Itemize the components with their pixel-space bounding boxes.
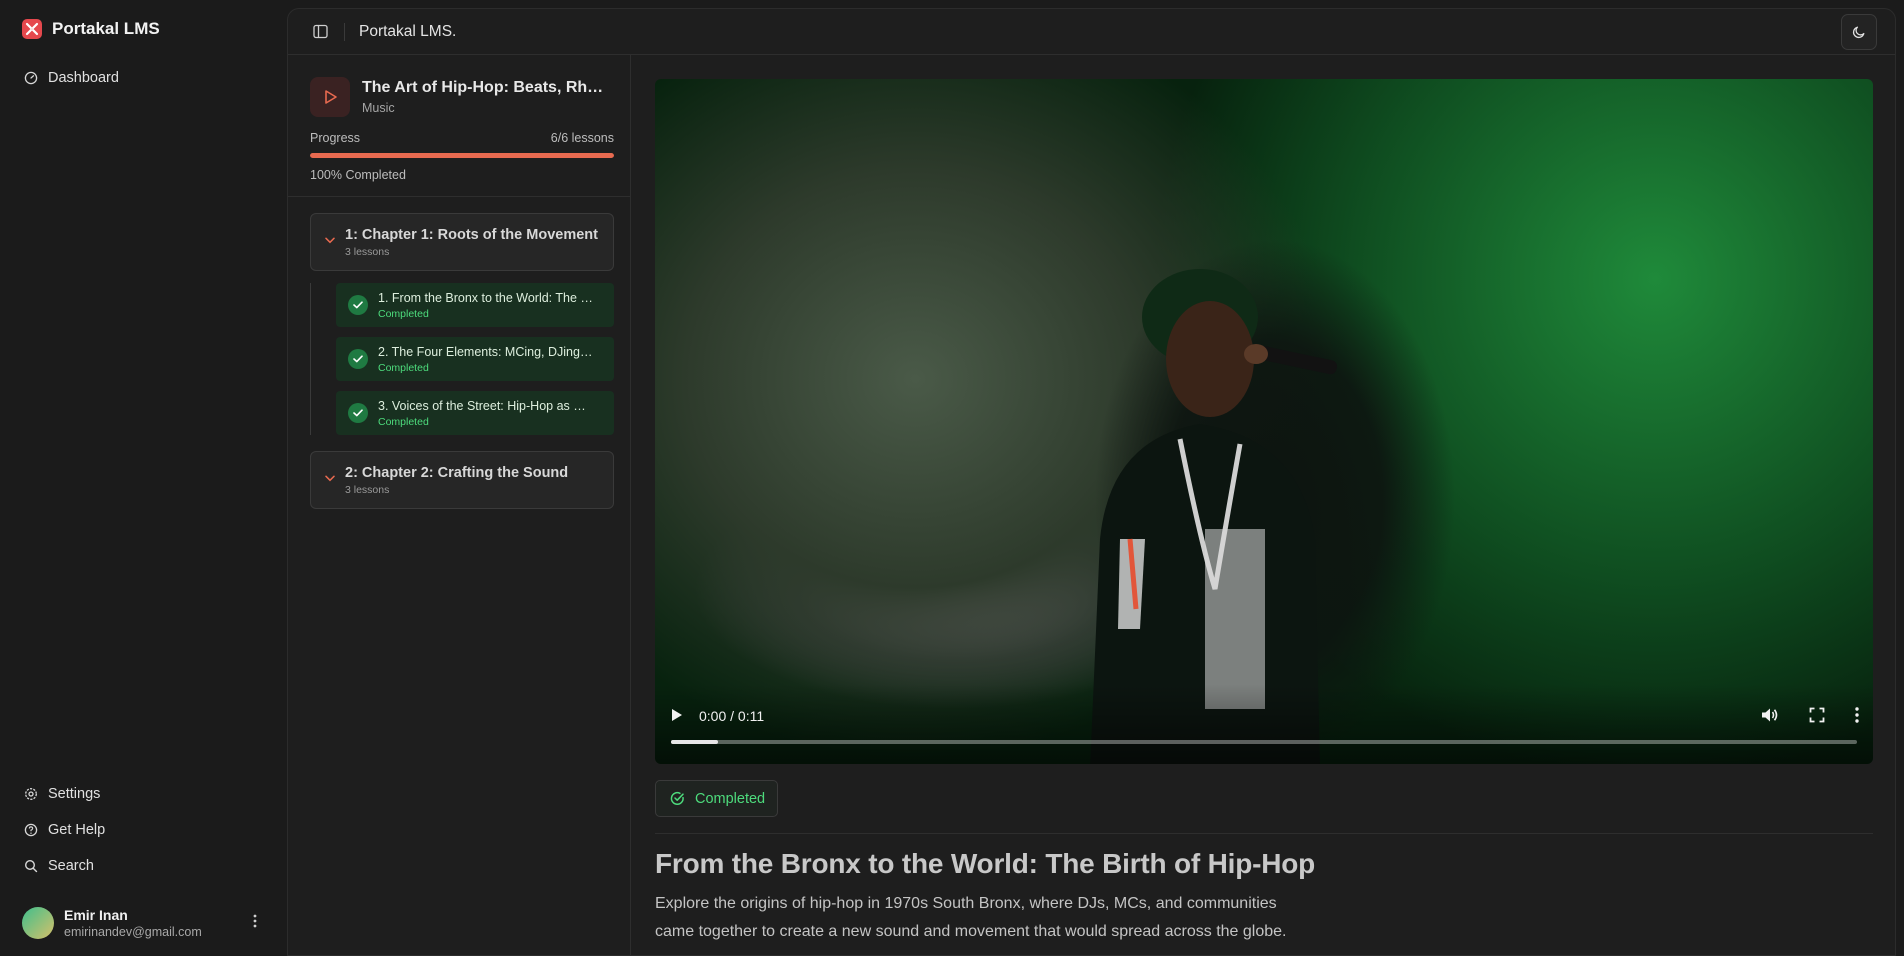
completed-button[interactable]: Completed xyxy=(655,780,779,817)
video-time: 0:00 / 0:11 xyxy=(699,708,765,724)
lesson-title: 2. The Four Elements: MCing, DJing, Brea… xyxy=(378,344,593,359)
divider xyxy=(655,833,1873,834)
sidebar-item-label: Dashboard xyxy=(48,70,119,86)
lesson-title: 3. Voices of the Street: Hip-Hop as Soci… xyxy=(378,398,593,413)
sidebar-toggle-icon[interactable] xyxy=(306,18,334,46)
top-bar: Portakal LMS. xyxy=(288,9,1895,55)
progress-label: Progress xyxy=(310,131,361,145)
search-icon xyxy=(24,859,38,873)
chapter-1-lessons: 1. From the Bronx to the World: The Birt… xyxy=(310,283,614,435)
video-seek-bar[interactable] xyxy=(671,740,1857,744)
lesson-status: Completed xyxy=(378,307,429,320)
course-title: The Art of Hip-Hop: Beats, Rhymes and Cu… xyxy=(362,79,612,96)
portakal-logo-icon xyxy=(22,19,42,39)
chapter-lesson-count: 3 lessons xyxy=(345,484,390,496)
avatar xyxy=(22,907,54,939)
chapter-title: 2: Chapter 2: Crafting the Sound xyxy=(345,465,569,481)
fullscreen-icon[interactable] xyxy=(1809,707,1825,726)
page-title: Portakal LMS. xyxy=(359,22,457,40)
course-outline: The Art of Hip-Hop: Beats, Rhymes and Cu… xyxy=(288,55,631,955)
course-category: Music xyxy=(362,101,395,115)
lesson-item[interactable]: 2. The Four Elements: MCing, DJing, Brea… xyxy=(336,337,614,381)
main-panel: Portakal LMS. The Art of Hip-Hop: Beats,… xyxy=(287,8,1896,956)
theme-toggle-button[interactable] xyxy=(1841,13,1877,50)
sidebar-item-label: Settings xyxy=(48,786,101,802)
gear-icon xyxy=(25,788,37,800)
progress-bar-fill xyxy=(310,153,614,158)
moon-icon xyxy=(1852,26,1865,38)
chapter-2[interactable]: 2: Chapter 2: Crafting the Sound 3 lesso… xyxy=(310,451,614,509)
chapter-1[interactable]: 1: Chapter 1: Roots of the Movement 3 le… xyxy=(310,213,614,271)
user-name: Emir Inan xyxy=(64,907,128,923)
lesson-description: Explore the origins of hip-hop in 1970s … xyxy=(655,895,1287,940)
sidebar-item-dashboard[interactable]: Dashboard xyxy=(0,60,287,96)
lesson-content: 0:00 / 0:11 Completed From the Bronx to … xyxy=(631,55,1895,955)
divider xyxy=(344,22,345,41)
user-email: emirinandev@gmail.com xyxy=(64,925,202,939)
progress-bar xyxy=(310,153,614,158)
volume-icon[interactable] xyxy=(1761,707,1779,726)
lesson-status: Completed xyxy=(378,361,429,374)
sidebar-item-settings[interactable]: Settings xyxy=(0,776,287,812)
more-options-icon[interactable] xyxy=(1855,706,1859,726)
video-seek-progress xyxy=(671,740,719,744)
video-player[interactable]: 0:00 / 0:11 xyxy=(655,79,1873,764)
chevron-down-icon xyxy=(325,465,335,496)
sidebar-item-get-help[interactable]: Get Help xyxy=(0,812,287,848)
more-options-icon[interactable] xyxy=(245,914,265,933)
lesson-status: Completed xyxy=(378,415,429,428)
dashboard-icon xyxy=(24,71,38,85)
chapter-title: 1: Chapter 1: Roots of the Movement xyxy=(345,227,598,243)
progress-percent: 100% Completed xyxy=(310,168,406,182)
user-menu[interactable]: Emir Inan emirinandev@gmail.com xyxy=(0,890,287,956)
brand[interactable]: Portakal LMS xyxy=(0,0,287,58)
video-frame-performer xyxy=(1090,269,1338,764)
divider xyxy=(288,196,630,197)
help-icon xyxy=(24,823,38,837)
brand-name: Portakal LMS xyxy=(52,19,160,38)
video-controls: 0:00 / 0:11 xyxy=(655,684,1873,764)
chapter-lesson-count: 3 lessons xyxy=(345,246,390,258)
lesson-heading: From the Bronx to the World: The Birth o… xyxy=(655,848,1316,879)
sidebar-item-label: Get Help xyxy=(48,822,106,838)
check-circle-icon xyxy=(348,295,368,315)
sidebar: Portakal LMS Dashboard Settings Get Help… xyxy=(0,0,287,956)
lesson-title: 1. From the Bronx to the World: The Birt… xyxy=(378,290,593,305)
check-circle-icon xyxy=(348,403,368,423)
sidebar-item-label: Search xyxy=(48,858,94,874)
check-circle-icon xyxy=(348,349,368,369)
lesson-item[interactable]: 1. From the Bronx to the World: The Birt… xyxy=(336,283,614,327)
completed-label: Completed xyxy=(695,790,766,807)
check-circle-icon xyxy=(670,791,684,806)
progress-count: 6/6 lessons xyxy=(550,131,614,145)
lesson-item[interactable]: 3. Voices of the Street: Hip-Hop as Soci… xyxy=(336,391,614,435)
course-play-icon xyxy=(310,77,350,117)
chevron-down-icon xyxy=(325,227,335,258)
sidebar-item-search[interactable]: Search xyxy=(0,848,287,884)
play-icon[interactable] xyxy=(671,708,683,725)
